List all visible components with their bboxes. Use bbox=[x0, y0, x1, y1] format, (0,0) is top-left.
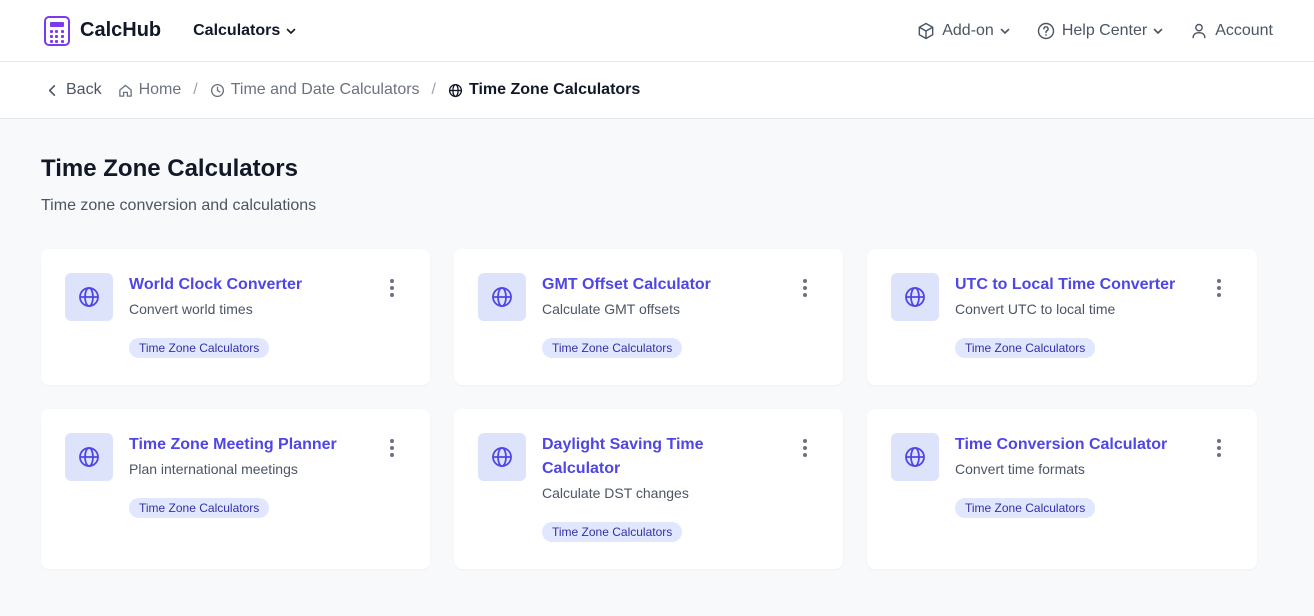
category-tag: Time Zone Calculators bbox=[129, 338, 270, 358]
more-options-icon[interactable] bbox=[801, 279, 809, 297]
category-tag: Time Zone Calculators bbox=[542, 338, 683, 358]
calculators-menu[interactable]: Calculators bbox=[193, 22, 296, 40]
globe-icon bbox=[65, 273, 113, 321]
breadcrumb-home-label: Home bbox=[138, 81, 182, 98]
chevron-left-icon bbox=[48, 84, 56, 96]
help-center-menu[interactable]: Help Center bbox=[1036, 21, 1163, 41]
card-description: Convert UTC to local time bbox=[955, 301, 1116, 317]
globe-icon bbox=[478, 273, 526, 321]
globe-icon bbox=[65, 433, 113, 481]
calculator-grid: World Clock Converter Convert world time… bbox=[41, 249, 1273, 569]
brand-link[interactable]: CalcHub bbox=[44, 15, 162, 46]
calculator-card[interactable]: Time Conversion Calculator Convert time … bbox=[867, 409, 1257, 569]
cube-icon bbox=[918, 22, 934, 39]
calculators-menu-label: Calculators bbox=[193, 21, 281, 39]
globe-icon bbox=[478, 433, 526, 481]
category-tag: Time Zone Calculators bbox=[129, 498, 270, 518]
globe-icon bbox=[448, 83, 463, 97]
brand-name: CalcHub bbox=[80, 19, 162, 41]
addon-label: Add-on bbox=[942, 21, 994, 39]
category-tag: Time Zone Calculators bbox=[955, 338, 1096, 358]
question-circle-icon bbox=[1037, 22, 1055, 39]
home-icon bbox=[118, 84, 132, 97]
globe-icon bbox=[891, 273, 939, 321]
breadcrumb-current: Time Zone Calculators bbox=[448, 81, 640, 99]
calculator-card[interactable]: UTC to Local Time Converter Convert UTC … bbox=[867, 249, 1257, 385]
chevron-down-icon bbox=[1153, 28, 1163, 34]
breadcrumb-current-label: Time Zone Calculators bbox=[469, 81, 641, 98]
breadcrumb-parent[interactable]: Time and Date Calculators bbox=[210, 81, 420, 99]
breadcrumb-parent-label: Time and Date Calculators bbox=[230, 81, 420, 98]
card-description: Calculate DST changes bbox=[542, 485, 689, 501]
calculator-card[interactable]: Time Zone Meeting Planner Plan internati… bbox=[41, 409, 430, 569]
breadcrumb-separator: / bbox=[431, 81, 436, 98]
chevron-down-icon bbox=[286, 28, 296, 34]
breadcrumb-home[interactable]: Home bbox=[118, 81, 182, 99]
help-center-label: Help Center bbox=[1061, 21, 1148, 39]
account-label: Account bbox=[1215, 21, 1273, 39]
globe-icon bbox=[891, 433, 939, 481]
card-title[interactable]: UTC to Local Time Converter bbox=[955, 273, 1193, 297]
card-title[interactable]: Time Zone Meeting Planner bbox=[129, 433, 366, 457]
main-content: Time Zone Calculators Time zone conversi… bbox=[0, 119, 1314, 569]
calculator-card[interactable]: GMT Offset Calculator Calculate GMT offs… bbox=[454, 249, 843, 385]
page-title: Time Zone Calculators bbox=[41, 155, 298, 182]
back-label: Back bbox=[66, 81, 102, 98]
calculator-card[interactable]: World Clock Converter Convert world time… bbox=[41, 249, 430, 385]
calculator-card[interactable]: Daylight Saving Time Calculator Calculat… bbox=[454, 409, 843, 569]
breadcrumb: Back Home / Time and Date Calculators / … bbox=[0, 62, 1314, 119]
back-link[interactable]: Back bbox=[45, 81, 102, 99]
category-tag: Time Zone Calculators bbox=[955, 498, 1096, 518]
clock-icon bbox=[210, 83, 224, 97]
more-options-icon[interactable] bbox=[388, 279, 396, 297]
account-link[interactable]: Account bbox=[1189, 21, 1273, 41]
card-title[interactable]: Time Conversion Calculator bbox=[955, 433, 1193, 457]
more-options-icon[interactable] bbox=[1215, 439, 1223, 457]
user-icon bbox=[1192, 23, 1206, 38]
card-title[interactable]: GMT Offset Calculator bbox=[542, 273, 779, 297]
category-tag: Time Zone Calculators bbox=[542, 522, 683, 542]
card-description: Plan international meetings bbox=[129, 461, 298, 477]
more-options-icon[interactable] bbox=[1215, 279, 1223, 297]
top-navbar: CalcHub Calculators Add-on Help Center A… bbox=[0, 0, 1314, 62]
card-title[interactable]: World Clock Converter bbox=[129, 273, 366, 297]
page-subtitle: Time zone conversion and calculations bbox=[41, 197, 317, 214]
more-options-icon[interactable] bbox=[801, 439, 809, 457]
addon-menu[interactable]: Add-on bbox=[916, 21, 1010, 41]
card-description: Calculate GMT offsets bbox=[542, 301, 680, 317]
card-description: Convert time formats bbox=[955, 461, 1085, 477]
breadcrumb-separator: / bbox=[193, 81, 198, 98]
card-title[interactable]: Daylight Saving Time Calculator bbox=[542, 433, 747, 481]
card-description: Convert world times bbox=[129, 301, 253, 317]
calculator-logo-icon bbox=[44, 15, 70, 46]
more-options-icon[interactable] bbox=[388, 439, 396, 457]
chevron-down-icon bbox=[1000, 28, 1010, 34]
